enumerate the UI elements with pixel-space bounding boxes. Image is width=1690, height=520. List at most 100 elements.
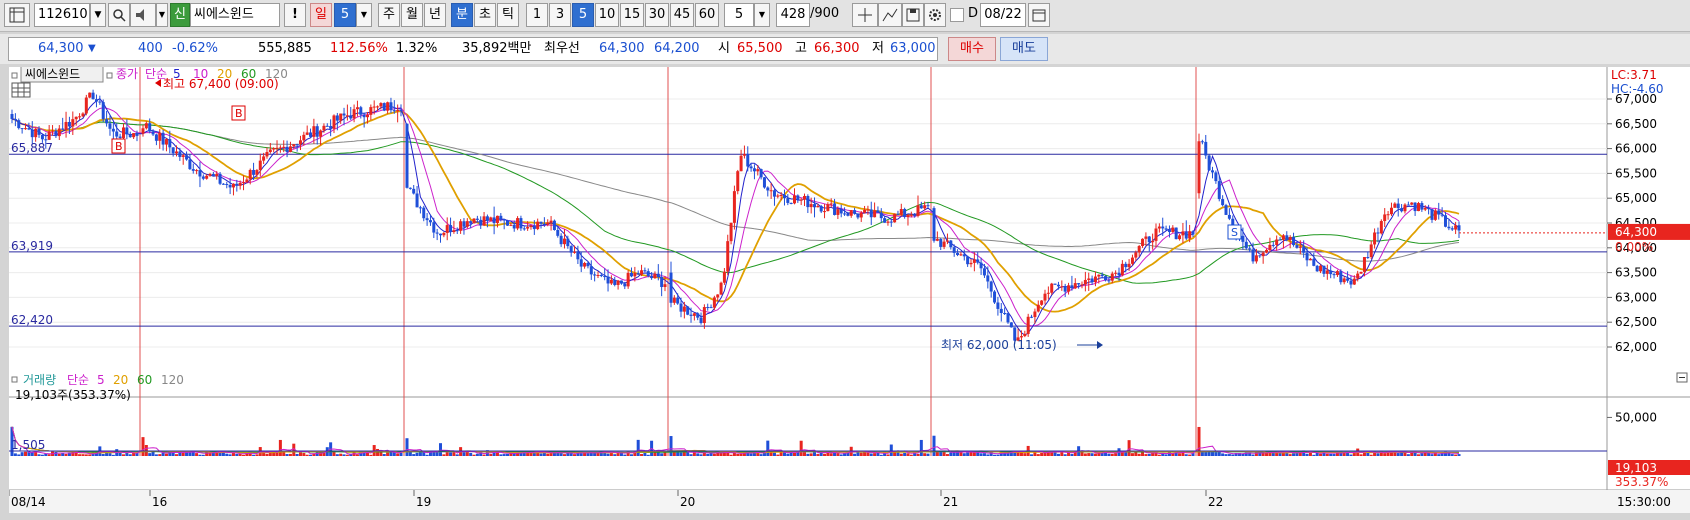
candle-body: [736, 171, 740, 192]
volume-bar: [923, 453, 927, 456]
candle-body: [322, 125, 326, 131]
volume-bar: [175, 454, 179, 456]
candle-body: [643, 270, 647, 272]
code-dropdown-icon[interactable]: ▼: [90, 3, 106, 27]
interval-1[interactable]: 1: [526, 3, 548, 27]
stock-chart[interactable]: 67,00066,50066,00065,50065,00064,50064,0…: [8, 65, 1690, 513]
volume-bar: [1023, 453, 1027, 456]
interval-30[interactable]: 30: [645, 3, 669, 27]
interval-60[interactable]: 60: [695, 3, 719, 27]
volume-bar: [265, 453, 269, 456]
volume-bar: [365, 452, 369, 456]
interval-5[interactable]: 5: [572, 3, 594, 27]
volume-bar: [863, 452, 867, 456]
volume-bar: [672, 452, 676, 456]
stock-code-input[interactable]: 112610: [34, 3, 90, 27]
tab-year[interactable]: 년: [424, 3, 446, 27]
candle-body: [13, 118, 17, 121]
candle-body: [472, 218, 476, 224]
tab-second[interactable]: 초: [474, 3, 496, 27]
volume-bar: [228, 454, 232, 456]
candle-body: [228, 184, 232, 188]
volume-bar: [475, 453, 479, 456]
candle-body: [319, 130, 323, 137]
trendline-icon[interactable]: [878, 3, 902, 27]
volume-bar: [803, 451, 807, 456]
current-volume-pct: 353.37%: [1615, 475, 1668, 489]
tab-month[interactable]: 월: [401, 3, 423, 27]
volume-bar: [1087, 453, 1091, 456]
gear-icon[interactable]: [924, 3, 946, 27]
day-dropdown-icon[interactable]: ▼: [356, 3, 372, 27]
interval-3[interactable]: 3: [549, 3, 571, 27]
volume-bar: [736, 453, 740, 456]
count-select[interactable]: 5: [724, 3, 754, 27]
volume-bar: [439, 443, 443, 456]
volume-bar: [1251, 454, 1255, 456]
candle-body: [1046, 292, 1050, 294]
calendar-icon[interactable]: [1028, 3, 1050, 27]
volume-bar: [993, 454, 997, 456]
date-field[interactable]: 08/22: [980, 3, 1026, 27]
save-icon[interactable]: [902, 3, 924, 27]
volume-ma120: 120: [161, 373, 184, 387]
candle-body: [566, 238, 570, 247]
speaker-dropdown-icon[interactable]: ▼: [156, 3, 168, 27]
tab-week[interactable]: 주: [378, 3, 400, 27]
current-volume-marker-text: 19,103: [1615, 461, 1657, 475]
sell-button[interactable]: 매도: [1000, 37, 1048, 61]
candle-body: [1373, 232, 1377, 245]
d-checkbox[interactable]: [950, 8, 964, 22]
interval-15[interactable]: 15: [620, 3, 644, 27]
count-total: /900: [810, 6, 840, 21]
tab-minute[interactable]: 분: [451, 3, 473, 27]
search-icon[interactable]: [108, 3, 130, 27]
candle-body: [349, 115, 353, 119]
open-price: 65,500: [737, 41, 783, 56]
volume-bar: [939, 451, 943, 456]
candle-body: [1430, 209, 1434, 220]
day-count-field[interactable]: 5: [334, 3, 356, 27]
volume-bar: [462, 452, 466, 456]
candle-body: [1003, 313, 1007, 315]
volume-bar: [539, 453, 543, 456]
candle-body: [258, 160, 262, 171]
candle-body: [1161, 226, 1165, 229]
speaker-icon[interactable]: [130, 3, 156, 27]
candle-body: [1315, 265, 1319, 272]
candle-body: [1302, 246, 1306, 253]
stock-name-field[interactable]: 씨에스윈드: [190, 3, 280, 27]
candle-body: [148, 123, 152, 132]
alert-button[interactable]: !: [284, 3, 306, 27]
volume-bar: [836, 453, 840, 456]
volume-bar: [759, 454, 763, 456]
count-display[interactable]: 428: [776, 3, 810, 27]
candle-body: [1036, 304, 1040, 312]
volume-bar: [729, 454, 733, 456]
count-dropdown-icon[interactable]: ▼: [754, 3, 770, 27]
volume-bar: [1292, 453, 1296, 456]
volume-bar: [646, 454, 650, 456]
candle-body: [449, 225, 453, 233]
tab-tick[interactable]: 틱: [497, 3, 519, 27]
interval-45[interactable]: 45: [670, 3, 694, 27]
crosshair-icon[interactable]: [852, 3, 878, 27]
candle-body: [1322, 265, 1326, 274]
buy-button[interactable]: 매수: [948, 37, 996, 61]
layout-icon[interactable]: [4, 3, 30, 27]
interval-10[interactable]: 10: [595, 3, 619, 27]
candle-body: [1167, 229, 1171, 233]
candle-body: [846, 213, 850, 216]
volume-bar: [772, 452, 776, 456]
chart-area[interactable]: 67,000 66,500 66,000 65,500 65,000 64,500 64,0…: [8, 65, 1690, 513]
candle-body: [362, 114, 366, 118]
candle-body: [529, 225, 533, 228]
tab-day[interactable]: 일: [310, 3, 332, 27]
table-icon[interactable]: [11, 82, 31, 98]
candle-body: [1144, 236, 1148, 239]
candle-body: [752, 168, 756, 172]
volume-bar: [84, 454, 88, 456]
candle-body: [1009, 322, 1013, 328]
candle-body: [969, 262, 973, 265]
candle-body: [1104, 276, 1108, 281]
